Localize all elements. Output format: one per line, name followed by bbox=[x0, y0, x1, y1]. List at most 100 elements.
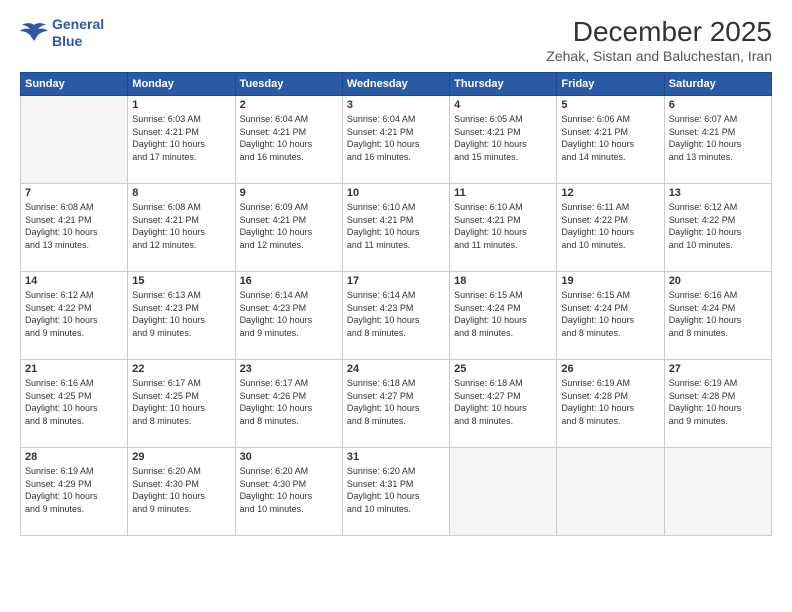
day-info: Sunrise: 6:17 AMSunset: 4:25 PMDaylight:… bbox=[132, 377, 230, 427]
day-number: 9 bbox=[240, 187, 338, 199]
day-info: Sunrise: 6:15 AMSunset: 4:24 PMDaylight:… bbox=[454, 289, 552, 339]
day-number: 16 bbox=[240, 275, 338, 287]
day-info: Sunrise: 6:18 AMSunset: 4:27 PMDaylight:… bbox=[347, 377, 445, 427]
day-number: 28 bbox=[25, 451, 123, 463]
day-info: Sunrise: 6:04 AMSunset: 4:21 PMDaylight:… bbox=[347, 113, 445, 163]
calendar-cell: 14 Sunrise: 6:12 AMSunset: 4:22 PMDayligh… bbox=[21, 272, 128, 360]
day-info: Sunrise: 6:17 AMSunset: 4:26 PMDaylight:… bbox=[240, 377, 338, 427]
calendar-cell: 23Sunrise: 6:17 AMSunset: 4:26 PMDayligh… bbox=[235, 360, 342, 448]
day-info: Sunrise: 6:08 AMSunset: 4:21 PMDaylight:… bbox=[25, 201, 123, 251]
logo-text: General Blue bbox=[52, 16, 104, 50]
day-number: 19 bbox=[561, 275, 659, 287]
day-number: 27 bbox=[669, 363, 767, 375]
day-info: Sunrise: 6:20 AMSunset: 4:30 PMDaylight:… bbox=[240, 465, 338, 515]
calendar-cell: 21 Sunrise: 6:16 AMSunset: 4:25 PMDayligh… bbox=[21, 360, 128, 448]
calendar-cell: 5Sunrise: 6:06 AMSunset: 4:21 PMDaylight… bbox=[557, 96, 664, 184]
calendar-cell: 4 Sunrise: 6:05 AMSunset: 4:21 PMDaylight… bbox=[450, 96, 557, 184]
day-number: 24 bbox=[347, 363, 445, 375]
day-info: Sunrise: 6:10 AMSunset: 4:21 PMDaylight:… bbox=[347, 201, 445, 251]
day-number: 2 bbox=[240, 99, 338, 111]
calendar-cell: 20 Sunrise: 6:16 AMSunset: 4:24 PMDayligh… bbox=[664, 272, 771, 360]
day-info: Sunrise: 6:16 AMSunset: 4:25 PMDaylight:… bbox=[25, 377, 123, 427]
calendar-cell: 18 Sunrise: 6:15 AMSunset: 4:24 PMDayligh… bbox=[450, 272, 557, 360]
calendar-cell bbox=[664, 448, 771, 536]
calendar-cell: 8Sunrise: 6:08 AMSunset: 4:21 PMDaylight… bbox=[128, 184, 235, 272]
day-number: 12 bbox=[561, 187, 659, 199]
calendar-cell: 9 Sunrise: 6:09 AMSunset: 4:21 PMDaylight… bbox=[235, 184, 342, 272]
calendar-cell: 19 Sunrise: 6:15 AMSunset: 4:24 PMDayligh… bbox=[557, 272, 664, 360]
calendar-cell: 28 Sunrise: 6:19 AMSunset: 4:29 PMDayligh… bbox=[21, 448, 128, 536]
logo: General Blue bbox=[20, 16, 104, 50]
day-info: Sunrise: 6:20 AMSunset: 4:31 PMDaylight:… bbox=[347, 465, 445, 515]
calendar-cell: 26 Sunrise: 6:19 AMSunset: 4:28 PMDayligh… bbox=[557, 360, 664, 448]
calendar-cell: 15Sunrise: 6:13 AMSunset: 4:23 PMDayligh… bbox=[128, 272, 235, 360]
calendar-cell: 7 Sunrise: 6:08 AMSunset: 4:21 PMDaylight… bbox=[21, 184, 128, 272]
title-block: December 2025 Zehak, Sistan and Baluches… bbox=[546, 16, 772, 64]
calendar-header-monday: Monday bbox=[128, 73, 235, 96]
day-number: 20 bbox=[669, 275, 767, 287]
location-subtitle: Zehak, Sistan and Baluchestan, Iran bbox=[546, 48, 772, 64]
day-info: Sunrise: 6:15 AMSunset: 4:24 PMDaylight:… bbox=[561, 289, 659, 339]
day-info: Sunrise: 6:18 AMSunset: 4:27 PMDaylight:… bbox=[454, 377, 552, 427]
day-number: 5 bbox=[561, 99, 659, 111]
day-info: Sunrise: 6:10 AMSunset: 4:21 PMDaylight:… bbox=[454, 201, 552, 251]
calendar-cell: 1 Sunrise: 6:03 AMSunset: 4:21 PMDaylight… bbox=[128, 96, 235, 184]
day-info: Sunrise: 6:20 AMSunset: 4:30 PMDaylight:… bbox=[132, 465, 230, 515]
header: General Blue December 2025 Zehak, Sistan… bbox=[20, 16, 772, 64]
day-number: 21 bbox=[25, 363, 123, 375]
calendar-header-wednesday: Wednesday bbox=[342, 73, 449, 96]
calendar-week-1: 1 Sunrise: 6:03 AMSunset: 4:21 PMDaylight… bbox=[21, 96, 772, 184]
calendar-cell: 31Sunrise: 6:20 AMSunset: 4:31 PMDayligh… bbox=[342, 448, 449, 536]
day-number: 1 bbox=[132, 99, 230, 111]
day-info: Sunrise: 6:19 AMSunset: 4:28 PMDaylight:… bbox=[561, 377, 659, 427]
day-number: 29 bbox=[132, 451, 230, 463]
day-info: Sunrise: 6:09 AMSunset: 4:21 PMDaylight:… bbox=[240, 201, 338, 251]
day-info: Sunrise: 6:05 AMSunset: 4:21 PMDaylight:… bbox=[454, 113, 552, 163]
month-title: December 2025 bbox=[546, 16, 772, 48]
day-info: Sunrise: 6:19 AMSunset: 4:29 PMDaylight:… bbox=[25, 465, 123, 515]
logo-icon bbox=[20, 21, 48, 45]
day-info: Sunrise: 6:19 AMSunset: 4:28 PMDaylight:… bbox=[669, 377, 767, 427]
day-info: Sunrise: 6:16 AMSunset: 4:24 PMDaylight:… bbox=[669, 289, 767, 339]
calendar-header-thursday: Thursday bbox=[450, 73, 557, 96]
day-number: 26 bbox=[561, 363, 659, 375]
day-number: 4 bbox=[454, 99, 552, 111]
day-number: 25 bbox=[454, 363, 552, 375]
day-number: 22 bbox=[132, 363, 230, 375]
calendar-header-saturday: Saturday bbox=[664, 73, 771, 96]
day-info: Sunrise: 6:13 AMSunset: 4:23 PMDaylight:… bbox=[132, 289, 230, 339]
day-number: 11 bbox=[454, 187, 552, 199]
page: General Blue December 2025 Zehak, Sistan… bbox=[0, 0, 792, 612]
calendar-cell: 2Sunrise: 6:04 AMSunset: 4:21 PMDaylight… bbox=[235, 96, 342, 184]
day-number: 7 bbox=[25, 187, 123, 199]
day-info: Sunrise: 6:12 AMSunset: 4:22 PMDaylight:… bbox=[25, 289, 123, 339]
day-info: Sunrise: 6:12 AMSunset: 4:22 PMDaylight:… bbox=[669, 201, 767, 251]
day-info: Sunrise: 6:07 AMSunset: 4:21 PMDaylight:… bbox=[669, 113, 767, 163]
calendar-week-2: 7 Sunrise: 6:08 AMSunset: 4:21 PMDaylight… bbox=[21, 184, 772, 272]
calendar-cell: 13 Sunrise: 6:12 AMSunset: 4:22 PMDayligh… bbox=[664, 184, 771, 272]
calendar-cell: 27 Sunrise: 6:19 AMSunset: 4:28 PMDayligh… bbox=[664, 360, 771, 448]
day-info: Sunrise: 6:08 AMSunset: 4:21 PMDaylight:… bbox=[132, 201, 230, 251]
calendar-cell: 22 Sunrise: 6:17 AMSunset: 4:25 PMDayligh… bbox=[128, 360, 235, 448]
calendar-week-5: 28 Sunrise: 6:19 AMSunset: 4:29 PMDayligh… bbox=[21, 448, 772, 536]
day-info: Sunrise: 6:14 AMSunset: 4:23 PMDaylight:… bbox=[240, 289, 338, 339]
day-number: 18 bbox=[454, 275, 552, 287]
day-number: 17 bbox=[347, 275, 445, 287]
calendar-cell: 30Sunrise: 6:20 AMSunset: 4:30 PMDayligh… bbox=[235, 448, 342, 536]
calendar: SundayMondayTuesdayWednesdayThursdayFrid… bbox=[20, 72, 772, 536]
calendar-cell: 24 Sunrise: 6:18 AMSunset: 4:27 PMDayligh… bbox=[342, 360, 449, 448]
calendar-cell bbox=[21, 96, 128, 184]
day-number: 14 bbox=[25, 275, 123, 287]
calendar-cell: 29 Sunrise: 6:20 AMSunset: 4:30 PMDayligh… bbox=[128, 448, 235, 536]
day-number: 3 bbox=[347, 99, 445, 111]
day-info: Sunrise: 6:11 AMSunset: 4:22 PMDaylight:… bbox=[561, 201, 659, 251]
calendar-cell: 12 Sunrise: 6:11 AMSunset: 4:22 PMDayligh… bbox=[557, 184, 664, 272]
day-number: 13 bbox=[669, 187, 767, 199]
day-info: Sunrise: 6:03 AMSunset: 4:21 PMDaylight:… bbox=[132, 113, 230, 163]
calendar-cell: 16 Sunrise: 6:14 AMSunset: 4:23 PMDayligh… bbox=[235, 272, 342, 360]
calendar-cell bbox=[557, 448, 664, 536]
calendar-cell: 10Sunrise: 6:10 AMSunset: 4:21 PMDayligh… bbox=[342, 184, 449, 272]
calendar-cell bbox=[450, 448, 557, 536]
calendar-header-friday: Friday bbox=[557, 73, 664, 96]
logo-line1: General bbox=[52, 16, 104, 32]
